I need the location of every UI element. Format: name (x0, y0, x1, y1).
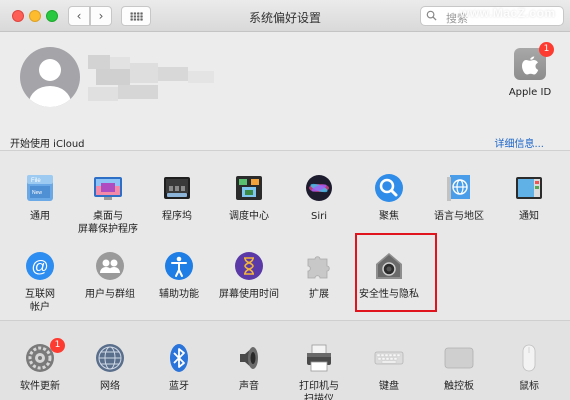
pref-label: Siri (310, 211, 327, 222)
pref-mouse[interactable]: 鼠标 (496, 342, 562, 393)
pref-accessibility[interactable]: 辅助功能 (146, 250, 212, 301)
dock-icon (161, 172, 193, 204)
pref-label: 互联网 帐户 (25, 289, 55, 313)
network-icon (94, 342, 126, 374)
users-groups-icon (94, 250, 126, 282)
pref-notifications[interactable]: 通知 (496, 172, 562, 223)
pref-label: 通用 (30, 211, 50, 222)
pref-mission-control[interactable]: 调度中心 (216, 172, 282, 223)
icloud-prompt: 开始使用 iCloud (10, 139, 85, 150)
watermark: www.MacZ.com (460, 6, 556, 20)
software-update-icon: 1 (24, 338, 65, 374)
pref-label: 屏幕使用时间 (219, 289, 279, 300)
extensions-icon (303, 250, 335, 282)
pref-desktop-screensaver[interactable]: 桌面与 屏幕保护程序 (75, 172, 141, 236)
sound-icon (233, 342, 265, 374)
title-bar: ‹ › 系统偏好设置 搜索 www.MacZ.com (0, 0, 570, 32)
pref-label: 调度中心 (229, 211, 269, 222)
mouse-icon (513, 342, 545, 374)
pref-label: 语言与地区 (434, 211, 484, 222)
pref-sound[interactable]: 声音 (216, 342, 282, 393)
pref-label: 用户与群组 (85, 289, 135, 300)
siri-icon (303, 172, 335, 204)
software-update-badge: 1 (50, 338, 65, 353)
pref-bluetooth[interactable]: 蓝牙 (146, 342, 212, 393)
pref-label: 网络 (100, 381, 120, 392)
notifications-icon (513, 172, 545, 204)
pref-spotlight[interactable]: 聚焦 (356, 172, 422, 223)
pref-label: 蓝牙 (169, 381, 189, 392)
general-icon: File New (24, 172, 56, 204)
trackpad-icon (443, 342, 475, 374)
mission-control-icon (233, 172, 265, 204)
spotlight-icon (373, 172, 405, 204)
pref-label: 扩展 (309, 289, 329, 300)
apple-id-label: Apple ID (508, 87, 552, 98)
pref-general[interactable]: File New 通用 (7, 172, 73, 223)
pref-label: 辅助功能 (159, 289, 199, 300)
svg-text:@: @ (31, 257, 48, 276)
accessibility-icon (163, 250, 195, 282)
pref-language-region[interactable]: 语言与地区 (426, 172, 492, 223)
pref-label: 软件更新 (20, 381, 60, 392)
keyboard-icon (373, 342, 405, 374)
pref-printers-scanners[interactable]: 打印机与 扫描仪 (286, 342, 352, 400)
svg-text:File: File (31, 178, 41, 184)
pref-network[interactable]: 网络 (77, 342, 143, 393)
highlight-box (355, 233, 437, 312)
pref-label: 鼠标 (519, 381, 539, 392)
pref-internet-accounts[interactable]: @ 互联网 帐户 (7, 250, 73, 314)
pref-label: 触控板 (444, 381, 474, 392)
pref-label: 键盘 (379, 381, 399, 392)
pref-label: 程序坞 (162, 211, 192, 222)
pref-users-groups[interactable]: 用户与群组 (77, 250, 143, 301)
pref-dock[interactable]: 程序坞 (144, 172, 210, 223)
bluetooth-icon (163, 342, 195, 374)
pref-label: 聚焦 (379, 211, 399, 222)
apple-id-badge: 1 (539, 42, 554, 57)
pref-label: 通知 (519, 211, 539, 222)
pref-label: 打印机与 扫描仪 (299, 381, 339, 400)
pref-trackpad[interactable]: 触控板 (426, 342, 492, 393)
pref-label: 声音 (239, 381, 259, 392)
pref-siri[interactable]: Siri (286, 172, 352, 223)
account-section: 1 Apple ID 开始使用 iCloud 详细信息... (0, 33, 570, 150)
pref-software-update[interactable]: 1 软件更新 (7, 338, 73, 393)
language-region-icon (443, 172, 475, 204)
search-icon (426, 10, 437, 21)
pref-label: 桌面与 屏幕保护程序 (78, 211, 138, 235)
avatar[interactable] (20, 47, 80, 107)
printers-scanners-icon (303, 342, 335, 374)
screen-time-icon (233, 250, 265, 282)
svg-text:New: New (32, 190, 42, 196)
pref-screen-time[interactable]: 屏幕使用时间 (216, 250, 282, 301)
pref-extensions[interactable]: 扩展 (286, 250, 352, 301)
details-link[interactable]: 详细信息... (494, 135, 544, 150)
apple-id-pref[interactable]: 1 Apple ID (505, 42, 555, 98)
user-silhouette-icon (29, 59, 71, 107)
pref-keyboard[interactable]: 键盘 (356, 342, 422, 393)
internet-accounts-icon: @ (24, 250, 56, 282)
blurred-user-name (88, 55, 214, 107)
desktop-screensaver-icon (92, 172, 124, 204)
